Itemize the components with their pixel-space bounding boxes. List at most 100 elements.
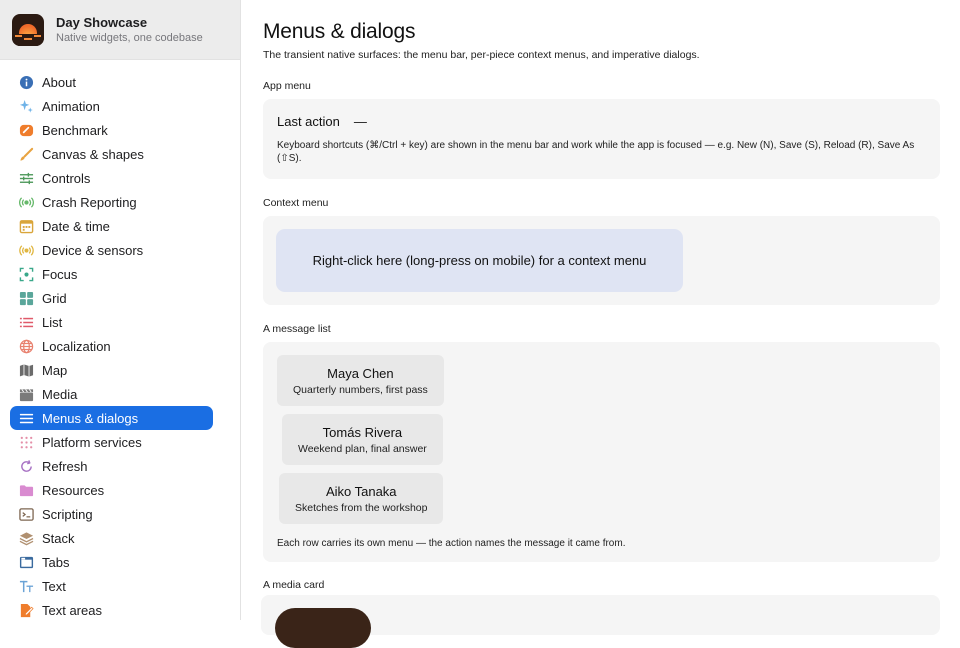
list-icon xyxy=(19,315,34,330)
app-menu-card: Last action — Keyboard shortcuts (⌘/Ctrl… xyxy=(263,99,940,179)
sidebar-item-label: Scripting xyxy=(42,506,93,522)
message-preview: Weekend plan, final answer xyxy=(298,442,427,455)
sidebar-item-label: Refresh xyxy=(42,458,88,474)
tabs-icon xyxy=(19,555,34,570)
media-card-section-label: A media card xyxy=(263,579,325,591)
sidebar-item-benchmark[interactable]: Benchmark xyxy=(10,118,213,142)
sidebar-item-date-time[interactable]: Date & time xyxy=(10,214,213,238)
sparkle-icon xyxy=(19,99,34,114)
document-edit-icon xyxy=(19,603,34,618)
message-preview: Sketches from the workshop xyxy=(295,501,428,514)
sidebar-item-text-areas[interactable]: Text areas xyxy=(10,598,213,620)
sidebar-item-label: Focus xyxy=(42,266,78,282)
sidebar-item-label: List xyxy=(42,314,63,330)
brush-icon xyxy=(19,147,34,162)
sidebar-item-map[interactable]: Map xyxy=(10,358,213,382)
last-action-label: Last action xyxy=(277,114,340,129)
sidebar-item-canvas-shapes[interactable]: Canvas & shapes xyxy=(10,142,213,166)
sidebar-item-label: Tabs xyxy=(42,554,70,570)
sliders-icon xyxy=(19,171,34,186)
sidebar-item-label: Controls xyxy=(42,170,91,186)
message-list-card: Maya Chen Quarterly numbers, first pass … xyxy=(263,342,940,562)
message-row[interactable]: Tomás Rivera Weekend plan, final answer xyxy=(282,414,443,465)
sidebar-item-label: Date & time xyxy=(42,218,110,234)
message-row-wrapper: Maya Chen Quarterly numbers, first pass xyxy=(277,355,926,414)
sidebar-item-focus[interactable]: Focus xyxy=(10,262,213,286)
sidebar-item-controls[interactable]: Controls xyxy=(10,166,213,190)
main-content: Menus & dialogs The transient native sur… xyxy=(241,0,960,620)
sidebar-item-label: Menus & dialogs xyxy=(42,410,139,426)
menu-lines-icon xyxy=(19,411,34,426)
calendar-icon xyxy=(19,219,34,234)
terminal-icon xyxy=(19,507,34,522)
message-sender: Aiko Tanaka xyxy=(325,483,397,499)
folder-icon xyxy=(19,483,34,498)
sidebar-item-label: Grid xyxy=(42,290,67,306)
message-sender: Maya Chen xyxy=(327,365,394,381)
sidebar-item-localization[interactable]: Localization xyxy=(10,334,213,358)
sidebar-nav: About Animation Benchmark Canvas & shapes Co… xyxy=(0,60,240,620)
message-row[interactable]: Maya Chen Quarterly numbers, first pass xyxy=(277,355,444,406)
app-window: Day Showcase Native widgets, one codebas… xyxy=(0,0,960,620)
sidebar-item-label: Canvas & shapes xyxy=(42,146,144,162)
sidebar-item-label: Benchmark xyxy=(42,122,108,138)
sensor-icon xyxy=(19,243,34,258)
dots-grid-icon xyxy=(19,435,34,450)
app-logo-icon xyxy=(12,13,44,46)
context-menu-card: Right-click here (long-press on mobile) … xyxy=(263,216,940,305)
context-menu-section-label: Context menu xyxy=(263,197,329,209)
last-action-row: Last action — xyxy=(277,114,926,129)
globe-icon xyxy=(19,339,34,354)
app-subtitle: Native widgets, one codebase xyxy=(56,32,203,44)
message-sender: Tomás Rivera xyxy=(322,424,403,440)
sidebar-item-label: Platform services xyxy=(42,434,142,450)
sidebar-item-resources[interactable]: Resources xyxy=(10,478,213,502)
message-preview: Quarterly numbers, first pass xyxy=(293,383,428,396)
sidebar-item-animation[interactable]: Animation xyxy=(10,94,213,118)
sidebar-item-media[interactable]: Media xyxy=(10,382,213,406)
sidebar-item-scripting[interactable]: Scripting xyxy=(10,502,213,526)
sidebar-item-about[interactable]: About xyxy=(10,70,213,94)
sidebar-item-label: Media xyxy=(42,386,78,402)
sidebar-item-platform-services[interactable]: Platform services xyxy=(10,430,213,454)
stack-icon xyxy=(19,531,34,546)
media-artwork[interactable] xyxy=(275,608,371,648)
sidebar-item-label: Device & sensors xyxy=(42,242,144,258)
sidebar-item-tabs[interactable]: Tabs xyxy=(10,550,213,574)
gauge-icon xyxy=(19,123,34,138)
message-row-wrapper: Aiko Tanaka Sketches from the workshop xyxy=(277,473,926,532)
sidebar-item-label: Resources xyxy=(42,482,105,498)
text-icon xyxy=(19,579,34,594)
sidebar-item-text[interactable]: Text xyxy=(10,574,213,598)
sidebar: Day Showcase Native widgets, one codebas… xyxy=(0,0,241,620)
sidebar-item-device-sensors[interactable]: Device & sensors xyxy=(10,238,213,262)
app-header: Day Showcase Native widgets, one codebas… xyxy=(0,0,240,60)
message-row-wrapper: Tomás Rivera Weekend plan, final answer xyxy=(277,414,926,473)
focus-icon xyxy=(19,267,34,282)
sidebar-item-stack[interactable]: Stack xyxy=(10,526,213,550)
sidebar-item-label: Stack xyxy=(42,530,75,546)
map-icon xyxy=(19,363,34,378)
message-row[interactable]: Aiko Tanaka Sketches from the workshop xyxy=(279,473,444,524)
sidebar-item-label: Map xyxy=(42,362,68,378)
context-menu-target[interactable]: Right-click here (long-press on mobile) … xyxy=(276,229,683,292)
page-title: Menus & dialogs xyxy=(263,20,416,43)
refresh-icon xyxy=(19,459,34,474)
sidebar-item-grid[interactable]: Grid xyxy=(10,286,213,310)
media-card xyxy=(261,595,940,648)
sidebar-item-refresh[interactable]: Refresh xyxy=(10,454,213,478)
info-circle-icon xyxy=(19,75,34,90)
sidebar-item-label: Crash Reporting xyxy=(42,194,137,210)
app-title: Day Showcase xyxy=(56,15,148,30)
app-menu-section-label: App menu xyxy=(263,80,311,92)
sidebar-item-label: Localization xyxy=(42,338,111,354)
sidebar-item-label: Animation xyxy=(42,98,100,114)
sidebar-item-menus-dialogs[interactable]: Menus & dialogs xyxy=(10,406,213,430)
sidebar-item-label: About xyxy=(42,74,76,90)
sidebar-item-crash-reporting[interactable]: Crash Reporting xyxy=(10,190,213,214)
shortcut-note: Keyboard shortcuts (⌘/Ctrl + key) are sh… xyxy=(277,140,915,164)
clapperboard-icon xyxy=(19,387,34,402)
last-action-value: — xyxy=(353,114,367,129)
sidebar-item-label: Text areas xyxy=(42,602,102,618)
sidebar-item-list[interactable]: List xyxy=(10,310,213,334)
